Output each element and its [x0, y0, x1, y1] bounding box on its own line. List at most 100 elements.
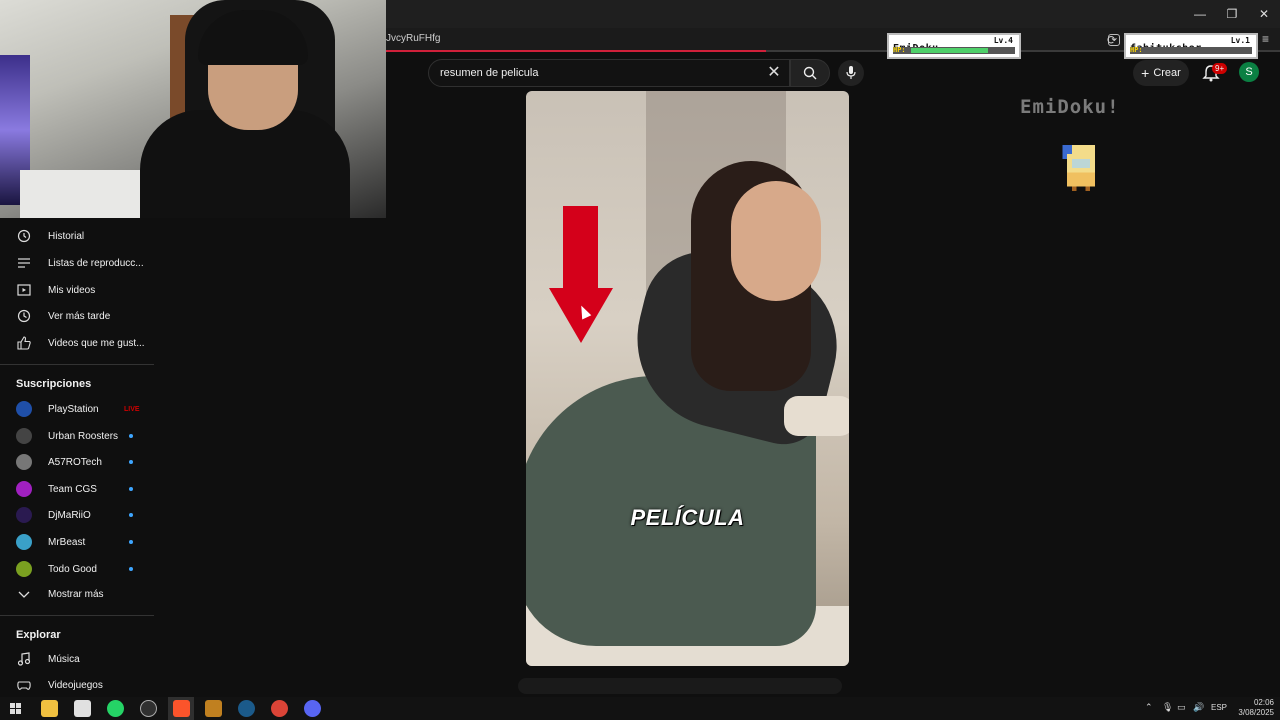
subscription-item[interactable]: Urban Roosters [0, 423, 154, 449]
close-button[interactable]: ✕ [1248, 0, 1280, 28]
red-arrow-shaft [563, 206, 598, 296]
channel-avatar [16, 507, 32, 523]
search-icon [803, 66, 817, 80]
plus-icon: + [1141, 65, 1150, 81]
hp-label: HP: [893, 46, 906, 54]
show-more-button[interactable]: Mostrar más [0, 581, 154, 607]
video-figure-arm [784, 396, 849, 436]
gaming-icon [17, 681, 31, 690]
network-icon[interactable]: ▭ [1177, 702, 1186, 713]
subscription-item[interactable]: A57ROTech [0, 449, 154, 475]
video-figure-face [731, 181, 821, 301]
subscription-item[interactable]: DjMaRiiO [0, 502, 154, 528]
store-icon[interactable] [74, 700, 91, 717]
url-text[interactable]: JvcyRuFHfg [386, 33, 440, 44]
player-level: Lv.1 [1230, 36, 1250, 45]
taskbar-clock[interactable]: 02:06 3/08/2025 [1230, 698, 1274, 718]
sidebar-item-playlists[interactable]: Listas de reproducc... [0, 250, 154, 276]
create-button[interactable]: + Crear [1133, 60, 1189, 86]
subscriptions-heading: Suscripciones [16, 378, 92, 390]
subscription-item[interactable]: MrBeast [0, 529, 154, 555]
channel-avatar [16, 428, 32, 444]
clear-search-icon[interactable]: ✕ [765, 64, 783, 82]
volume-icon[interactable]: 🔊 [1193, 702, 1204, 713]
hp-bar-fill [911, 48, 988, 53]
channel-avatar [16, 561, 32, 577]
whatsapp-icon[interactable] [107, 700, 124, 717]
search-query[interactable]: resumen de pelicula [440, 67, 538, 79]
new-content-dot [129, 567, 133, 571]
clock-time: 02:06 [1253, 698, 1274, 707]
channel-name: Todo Good [48, 563, 97, 575]
microphone-icon [846, 66, 856, 79]
voice-search-button[interactable] [838, 60, 864, 86]
channel-name: DjMaRiiO [48, 509, 91, 521]
file-explorer-icon[interactable] [41, 700, 58, 717]
screen: — ❐ ✕ JvcyRuFHfg ≡ resumen de pelicula ✕… [0, 0, 1280, 720]
restore-button[interactable]: ❐ [1216, 0, 1248, 28]
channel-avatar [16, 481, 32, 497]
sidebar-item-label: Videojuegos [48, 679, 103, 691]
sidebar-item-my-videos[interactable]: Mis videos [0, 277, 154, 303]
load-progress-bar [386, 50, 766, 52]
chevron-down-icon [18, 591, 30, 598]
sidebar-item-gaming[interactable]: Videojuegos [0, 672, 154, 698]
search-input[interactable]: resumen de pelicula ✕ [428, 59, 790, 87]
account-avatar[interactable]: S [1239, 62, 1259, 82]
pixel-character-sprite [1062, 145, 1095, 191]
sidebar-item-label: Música [48, 653, 80, 665]
microphone-tray-icon[interactable]: 🎙 [1162, 702, 1173, 713]
like-icon [17, 336, 31, 350]
sidebar-item-watch-later[interactable]: Ver más tarde [0, 303, 154, 329]
refresh-icon[interactable]: ⟳ [1107, 33, 1117, 47]
explore-heading: Explorar [16, 629, 61, 641]
window-controls: — ❐ ✕ [1184, 0, 1280, 28]
steam-icon[interactable] [238, 700, 255, 717]
webcam-overlay [0, 0, 386, 218]
sidebar-item-liked-videos[interactable]: Videos que me gust... [0, 330, 154, 356]
discord-icon[interactable] [304, 700, 321, 717]
browser-menu-icon[interactable]: ≡ [1262, 32, 1269, 46]
playlist-icon [18, 258, 30, 268]
channel-name: Team CGS [48, 483, 97, 495]
brave-browser-icon[interactable] [173, 700, 190, 717]
chrome-icon[interactable] [271, 700, 288, 717]
hp-label: HP: [1130, 46, 1143, 54]
music-icon [17, 652, 31, 666]
sidebar-item-label: Historial [48, 230, 85, 242]
game-launcher-icon[interactable] [205, 700, 222, 717]
language-indicator[interactable]: ESP [1211, 703, 1227, 712]
channel-avatar [16, 454, 32, 470]
browser-titlebar: — ❐ ✕ [386, 0, 1280, 28]
subscription-item[interactable]: Team CGS [0, 476, 154, 502]
live-badge: LIVE [124, 405, 140, 413]
windows-start-icon[interactable] [10, 703, 21, 714]
new-content-dot [129, 434, 133, 438]
video-info-bar [518, 678, 842, 694]
shorts-video-player[interactable]: PELÍCULA [526, 91, 849, 666]
tray-chevron-up-icon[interactable]: ⌃ [1145, 702, 1153, 713]
history-icon [17, 229, 31, 243]
player-hp-card-fabitukcher: fabitukcher Lv.1 HP: [1124, 33, 1258, 59]
sidebar-item-historial[interactable]: Historial [0, 223, 154, 249]
player-level: Lv.4 [993, 36, 1013, 45]
notifications-badge: 9+ [1212, 63, 1228, 74]
channel-avatar [16, 401, 32, 417]
sidebar-item-label: Ver más tarde [48, 310, 111, 322]
hp-bar: HP: [1130, 46, 1252, 54]
sidebar-item-label: Mis videos [48, 284, 96, 296]
subscription-item[interactable]: PlayStation LIVE [0, 396, 154, 422]
sidebar: Historial Listas de reproducc... Mis vid… [0, 222, 154, 698]
sidebar-item-label: Videos que me gust... [48, 337, 145, 349]
new-content-dot [129, 513, 133, 517]
windows-taskbar: ⌃ 🎙 ▭ 🔊 ESP 02:06 3/08/2025 [0, 697, 1280, 720]
player-hp-card-emidoku: EmiDoku Lv.4 HP: [887, 33, 1021, 59]
sidebar-divider [0, 615, 154, 616]
minimize-button[interactable]: — [1184, 0, 1216, 28]
search-button[interactable] [790, 59, 830, 87]
obs-icon[interactable] [140, 700, 157, 717]
subscription-item[interactable]: Todo Good [0, 556, 154, 582]
sidebar-item-music[interactable]: Música [0, 646, 154, 672]
new-content-dot [129, 487, 133, 491]
my-videos-icon [17, 284, 31, 296]
